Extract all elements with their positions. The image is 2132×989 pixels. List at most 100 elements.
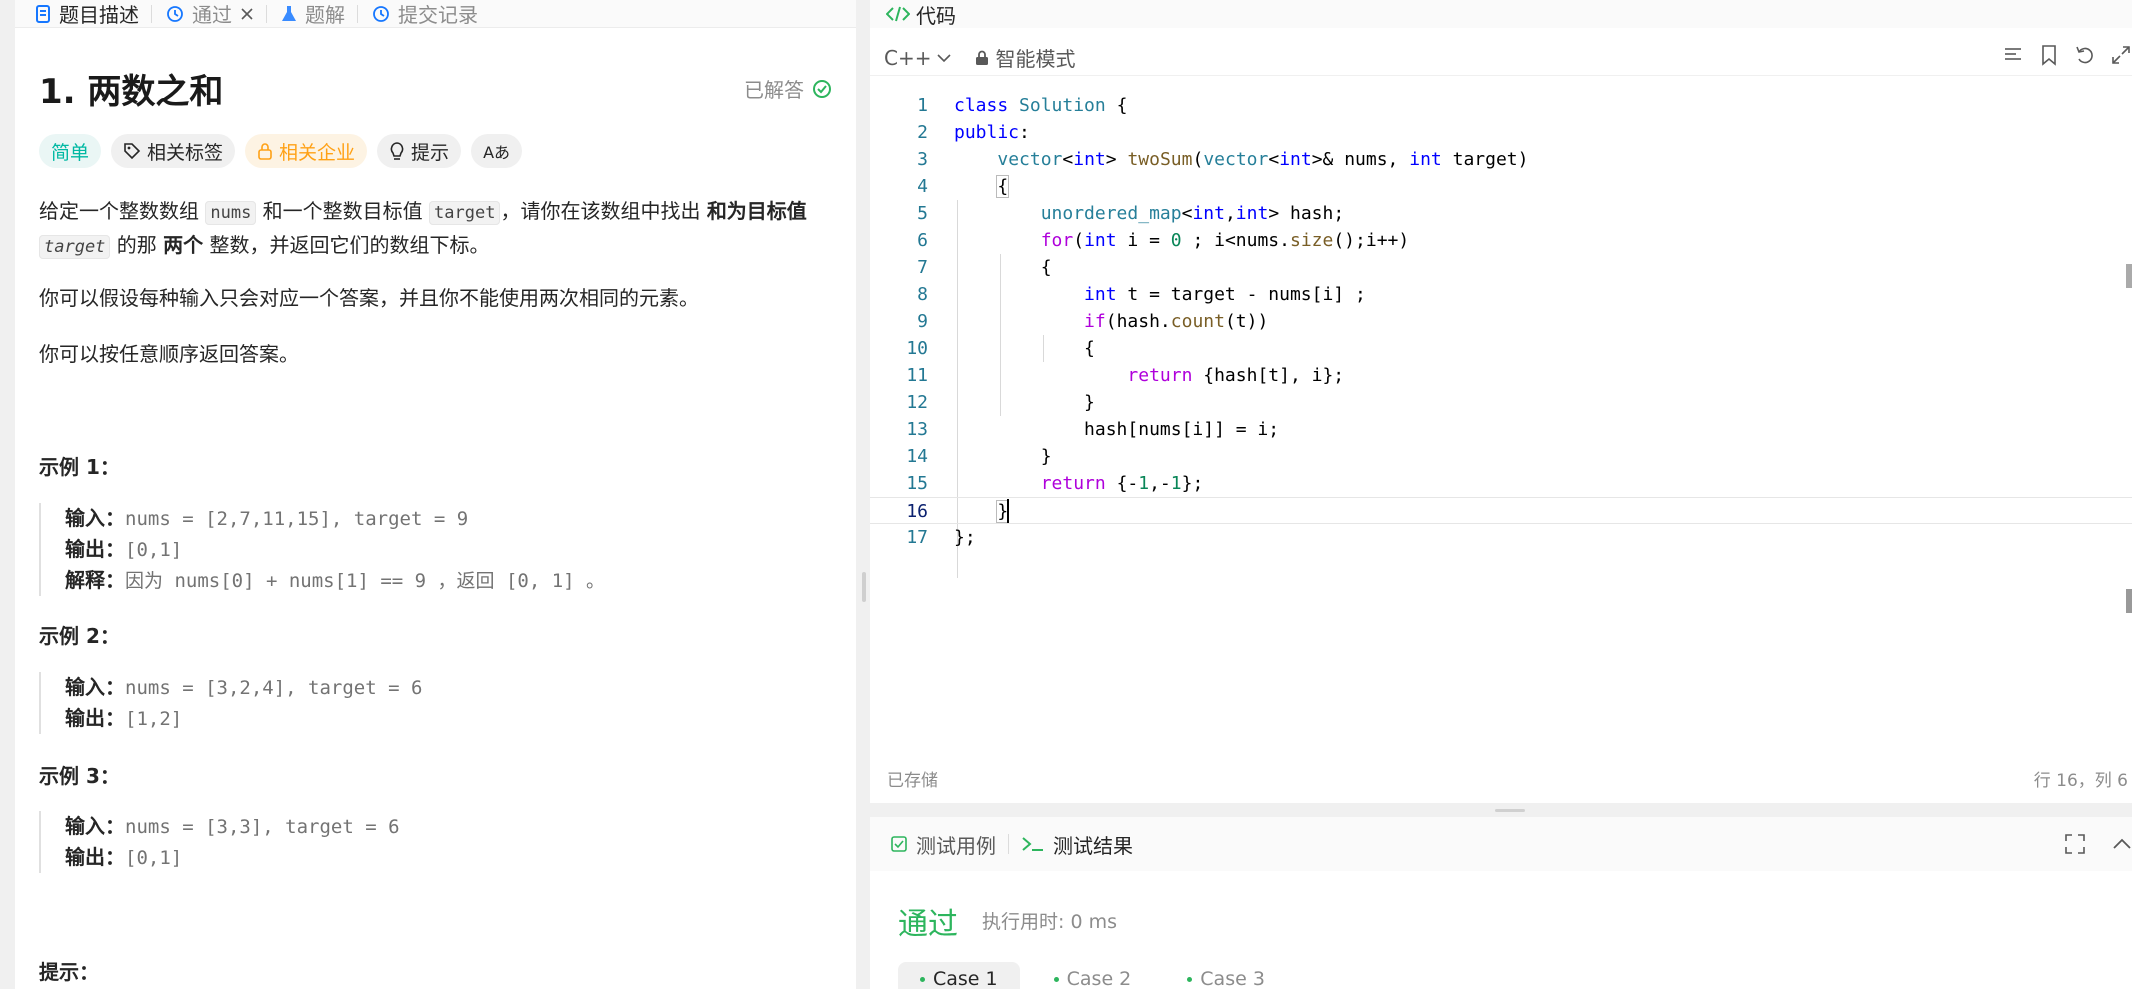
language-select[interactable]: C++ bbox=[884, 45, 952, 70]
editor-actions bbox=[2002, 44, 2132, 66]
case-tab-3[interactable]: Case 3 bbox=[1165, 962, 1287, 989]
line-number: 14 bbox=[906, 446, 928, 467]
example-3-title: 示例 3： bbox=[39, 764, 120, 788]
desc-text: 整数，并返回它们的数组下标。 bbox=[203, 233, 490, 257]
vertical-splitter[interactable] bbox=[861, 0, 869, 989]
pass-dot bbox=[920, 977, 925, 982]
document-icon bbox=[35, 4, 51, 23]
line-number: 11 bbox=[906, 365, 928, 386]
divider bbox=[1008, 834, 1009, 854]
code-text: } bbox=[954, 446, 1052, 467]
divider bbox=[266, 4, 267, 23]
example-output: 输出：[1,2] bbox=[65, 703, 829, 734]
tab-solutions[interactable]: 题解 bbox=[281, 0, 357, 28]
chevron-up-icon[interactable] bbox=[2112, 833, 2132, 855]
solved-status: 已解答 bbox=[744, 74, 832, 103]
code-line: 10 { bbox=[870, 335, 2132, 362]
line-number: 6 bbox=[917, 230, 928, 251]
code-line: 2 public: bbox=[870, 119, 2132, 146]
solved-label: 已解答 bbox=[744, 78, 804, 102]
tab-passed[interactable]: 通过 bbox=[166, 0, 266, 28]
translate-button[interactable]: Aあ bbox=[471, 134, 523, 168]
fullscreen-icon[interactable] bbox=[2064, 833, 2086, 855]
desc-text: ，请你在该数组中找出 bbox=[500, 199, 707, 223]
reset-icon[interactable] bbox=[2074, 44, 2096, 66]
example-output: 输出：[0,1] bbox=[65, 534, 829, 565]
line-number: 17 bbox=[906, 527, 928, 548]
lock-icon bbox=[975, 50, 989, 66]
desc-code: nums bbox=[205, 201, 257, 225]
input-value: nums = [3,2,4], target = 6 bbox=[125, 677, 423, 699]
code-editor[interactable]: 1 class Solution { 2 public: 3 vector<int>… bbox=[870, 92, 2132, 752]
line-number: 4 bbox=[917, 176, 928, 197]
difficulty-badge: 简单 bbox=[39, 134, 102, 168]
example-1-block: 输入：nums = [2,7,11,15], target = 9 输出：[0,… bbox=[39, 503, 829, 596]
related-companies-button[interactable]: 相关企业 bbox=[245, 134, 368, 168]
line-number: 2 bbox=[917, 122, 928, 143]
line-number: 15 bbox=[906, 473, 928, 494]
output-label: 输出： bbox=[65, 537, 125, 561]
example-input: 输入：nums = [3,3], target = 6 bbox=[65, 811, 829, 842]
line-number: 8 bbox=[917, 284, 928, 305]
code-text: public: bbox=[954, 122, 1030, 143]
related-tags-button[interactable]: 相关标签 bbox=[111, 134, 236, 168]
line-number: 1 bbox=[917, 95, 928, 116]
format-icon[interactable] bbox=[2002, 44, 2024, 66]
code-line: 15 return {-1,-1}; bbox=[870, 470, 2132, 497]
editor-status-bar: 已存储 行 16，列 6 bbox=[870, 766, 2132, 791]
desc-bold: 和为目标值 bbox=[706, 199, 807, 223]
case-tab-1[interactable]: Case 1 bbox=[898, 962, 1020, 989]
example-explanation: 解释：因为 nums[0] + nums[1] == 9 ，返回 [0, 1] … bbox=[65, 565, 829, 596]
desc-code: target bbox=[39, 235, 111, 259]
bookmark-icon[interactable] bbox=[2038, 44, 2060, 66]
code-text: unordered_map<int,int> hash; bbox=[1040, 203, 1345, 224]
code-line: 4 { bbox=[870, 173, 2132, 200]
expand-icon[interactable] bbox=[2110, 44, 2132, 66]
line-number: 7 bbox=[917, 257, 928, 278]
code-text: for(int i = 0 ; i<nums.size();i++) bbox=[1040, 230, 1410, 251]
tab-description-label: 题目描述 bbox=[59, 3, 139, 27]
close-icon[interactable] bbox=[240, 7, 254, 21]
example-input: 输入：nums = [2,7,11,15], target = 9 bbox=[65, 503, 829, 534]
checkbox-icon bbox=[890, 835, 908, 853]
pass-dot bbox=[1187, 977, 1193, 982]
runtime-label: 执行用时: 0 ms bbox=[982, 911, 1117, 933]
code-line-current: 16 } bbox=[870, 497, 2132, 524]
output-value: [1,2] bbox=[125, 708, 183, 730]
input-value: nums = [3,3], target = 6 bbox=[125, 816, 400, 838]
tab-submissions[interactable]: 提交记录 bbox=[372, 0, 490, 28]
tab-test-results[interactable]: 测试结果 bbox=[1021, 830, 1133, 859]
code-text: int t = target - nums[i] ; bbox=[1084, 284, 1366, 305]
hints-button[interactable]: 提示 bbox=[377, 134, 462, 168]
test-panel: 测试用例 测试结果 通过 执行用时: 0 ms Case 1 Case 2 Ca… bbox=[870, 817, 2132, 989]
history-icon bbox=[372, 5, 390, 23]
code-line: 3 vector<int> twoSum(vector<int>& nums, … bbox=[870, 146, 2132, 173]
splitter-grip[interactable] bbox=[862, 572, 866, 602]
scrollbar-marker bbox=[2126, 264, 2132, 288]
code-line: 13 hash[nums[i]] = i; bbox=[870, 416, 2132, 443]
line-number: 3 bbox=[917, 149, 928, 170]
tab-description[interactable]: 题目描述 bbox=[35, 0, 151, 28]
hints-label: 提示 bbox=[411, 141, 450, 164]
language-label: C++ bbox=[884, 45, 932, 70]
line-number: 9 bbox=[917, 311, 928, 332]
example-1-title: 示例 1： bbox=[39, 455, 120, 479]
divider bbox=[357, 4, 358, 23]
smart-mode-toggle[interactable]: 智能模式 bbox=[975, 43, 1075, 72]
input-value: nums = [2,7,11,15], target = 9 bbox=[125, 508, 469, 530]
tab-testcases[interactable]: 测试用例 bbox=[890, 830, 996, 859]
translate-icon: Aあ bbox=[483, 143, 511, 162]
case-tab-2[interactable]: Case 2 bbox=[1032, 962, 1154, 989]
code-header: 代码 bbox=[870, 0, 2132, 28]
test-panel-actions bbox=[2064, 833, 2132, 855]
desc-code: target bbox=[429, 201, 501, 225]
input-label: 输入： bbox=[65, 506, 125, 530]
lightbulb-icon bbox=[389, 141, 405, 161]
pass-dot bbox=[1053, 977, 1059, 982]
output-value: [0,1] bbox=[125, 539, 183, 561]
horizontal-splitter[interactable] bbox=[1495, 809, 1525, 812]
check-circle-icon bbox=[812, 79, 832, 99]
terminal-icon bbox=[1021, 835, 1045, 853]
text-caret bbox=[1007, 499, 1009, 523]
tab-testcases-label: 测试用例 bbox=[916, 833, 996, 858]
